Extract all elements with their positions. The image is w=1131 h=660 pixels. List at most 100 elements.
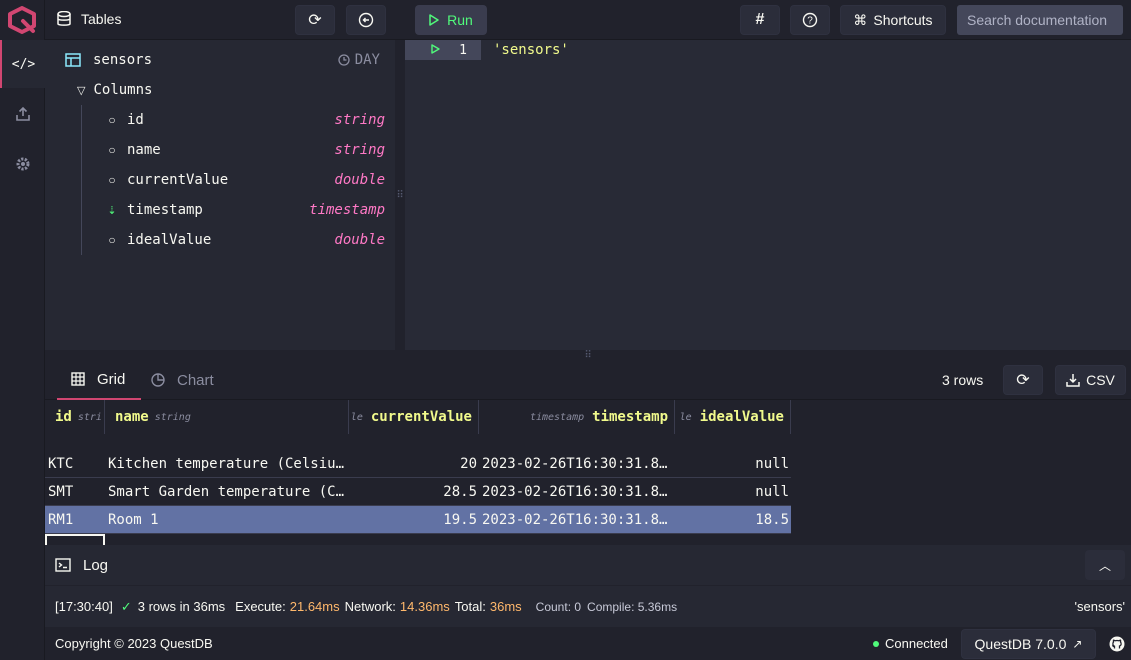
- footer: Copyright © 2023 QuestDB Connected Quest…: [45, 627, 1131, 660]
- total-label: Total:: [454, 599, 486, 614]
- total-value: 36ms: [489, 599, 522, 614]
- help-button[interactable]: ?: [790, 5, 830, 35]
- partition-label: DAY: [354, 52, 380, 68]
- sql-editor[interactable]: 1 'sensors': [405, 40, 1131, 350]
- vertical-splitter[interactable]: ⠿: [395, 40, 405, 350]
- column-name: currentValue: [127, 172, 229, 188]
- column-circle-icon: ○: [108, 113, 116, 127]
- column-row[interactable]: ⇣ timestamp timestamp: [105, 195, 395, 225]
- gear-icon: [16, 157, 29, 171]
- table-cell[interactable]: KTC: [48, 450, 105, 478]
- horizontal-splitter[interactable]: ⠿: [45, 350, 1131, 361]
- network-value: 14.36ms: [399, 599, 450, 614]
- table-cell[interactable]: 2023-02-26T16:30:31.8…: [482, 450, 675, 478]
- top-bar: Tables ⟳ Run # ? ⌘ Shortcuts Search docu…: [45, 0, 1131, 40]
- tab-chart[interactable]: Chart: [151, 360, 214, 400]
- results-panel: Grid Chart 3 rows ⟳ CSV id stri name string…: [45, 360, 1131, 562]
- column-row[interactable]: ○ name string: [105, 135, 395, 165]
- tables-title: Tables: [81, 11, 122, 27]
- refresh-icon: ⟳: [308, 12, 322, 29]
- tables-header: Tables: [57, 11, 121, 27]
- column-header-name: idealValue: [699, 409, 784, 425]
- tab-chart-label: Chart: [177, 371, 214, 389]
- shortcuts-button[interactable]: ⌘ Shortcuts: [840, 5, 946, 35]
- help-icon: ?: [802, 12, 818, 28]
- column-type: double: [334, 172, 385, 188]
- column-type: string: [334, 112, 385, 128]
- table-row[interactable]: KTC Kitchen temperature (Celsiu… 20 2023-02…: [45, 450, 791, 478]
- code-icon: </>: [11, 56, 36, 72]
- table-icon: [65, 53, 81, 67]
- table-cell[interactable]: null: [678, 450, 791, 478]
- column-header-type: stri: [77, 411, 102, 423]
- column-header[interactable]: id stri: [45, 400, 105, 434]
- query-text: 'sensors': [493, 42, 569, 58]
- search-documentation-input[interactable]: Search documentation: [957, 5, 1123, 35]
- column-header-type: string: [154, 411, 191, 423]
- column-type: string: [334, 142, 385, 158]
- csv-download-button[interactable]: CSV: [1055, 365, 1126, 395]
- tab-grid[interactable]: Grid: [57, 360, 141, 400]
- columns-folder[interactable]: ▽ Columns: [77, 75, 387, 105]
- svg-text:?: ?: [807, 16, 813, 27]
- upload-icon: [15, 106, 30, 121]
- table-cell[interactable]: 20: [352, 450, 479, 478]
- table-row[interactable]: RM1 Room 1 19.5 2023-02-26T16:30:31.8… 18.5: [45, 506, 791, 534]
- table-cell[interactable]: SMT: [48, 478, 105, 506]
- run-button[interactable]: Run: [415, 5, 487, 35]
- code-editor-nav-button[interactable]: </>: [0, 40, 45, 88]
- run-label: Run: [447, 12, 473, 28]
- column-row[interactable]: ○ id string: [105, 105, 395, 135]
- version-button[interactable]: QuestDB 7.0.0 ↗: [961, 629, 1096, 659]
- drag-handle-icon: ⠿: [396, 189, 404, 201]
- column-name: id: [127, 112, 144, 128]
- log-query[interactable]: 'sensors': [1075, 599, 1125, 614]
- table-cell[interactable]: 18.5: [678, 506, 791, 534]
- refresh-results-button[interactable]: ⟳: [1003, 365, 1043, 395]
- csv-label: CSV: [1086, 372, 1115, 388]
- import-nav-button[interactable]: [0, 90, 45, 138]
- column-header[interactable]: name string: [105, 400, 349, 434]
- table-row-sensors[interactable]: sensors DAY: [65, 45, 390, 75]
- table-cell[interactable]: 2023-02-26T16:30:31.8…: [482, 478, 675, 506]
- log-time: [17:30:40]: [55, 599, 113, 614]
- designated-timestamp-icon: ⇣: [107, 204, 117, 217]
- table-row[interactable]: SMT Smart Garden temperature (C… 28.5 2023-…: [45, 478, 791, 506]
- slack-icon: #: [755, 11, 765, 28]
- github-icon[interactable]: [1109, 636, 1125, 652]
- settings-nav-button[interactable]: [0, 140, 45, 188]
- table-cell[interactable]: Smart Garden temperature (C…: [108, 478, 349, 506]
- log-collapse-button[interactable]: ︿: [1085, 550, 1125, 580]
- run-line-icon[interactable]: [431, 44, 440, 54]
- column-row[interactable]: ○ currentValue double: [105, 165, 395, 195]
- table-cell[interactable]: Room 1: [108, 506, 349, 534]
- execute-label: Execute:: [235, 599, 286, 614]
- table-cell[interactable]: Kitchen temperature (Celsiu…: [108, 450, 349, 478]
- column-header[interactable]: le idealValue: [675, 400, 791, 434]
- refresh-icon: ⟳: [1016, 372, 1030, 389]
- column-header-type: le: [350, 411, 363, 423]
- version-label: QuestDB 7.0.0: [974, 636, 1067, 652]
- column-header[interactable]: timestamp timestamp: [479, 400, 675, 434]
- triangle-down-icon: ▽: [77, 84, 86, 97]
- table-cell[interactable]: null: [678, 478, 791, 506]
- questdb-logo-icon[interactable]: [6, 6, 38, 34]
- shortcuts-label: Shortcuts: [873, 12, 933, 28]
- table-cell[interactable]: 28.5: [352, 478, 479, 506]
- column-header-type: le: [679, 411, 692, 423]
- log-entry: [17:30:40] ✓ 3 rows in 36ms Execute: 21.…: [45, 585, 1131, 627]
- database-icon: [57, 11, 71, 26]
- collapse-tables-button[interactable]: [346, 5, 386, 35]
- execute-value: 21.64ms: [289, 599, 340, 614]
- external-link-icon: ↗: [1072, 637, 1083, 651]
- table-cell[interactable]: 2023-02-26T16:30:31.8…: [482, 506, 675, 534]
- column-row[interactable]: ○ idealValue double: [105, 225, 395, 255]
- compile-value: Compile: 5.36ms: [587, 599, 678, 614]
- refresh-tables-button[interactable]: ⟳: [295, 5, 335, 35]
- table-cell[interactable]: RM1: [48, 506, 105, 534]
- slack-button[interactable]: #: [740, 5, 780, 35]
- column-header[interactable]: le currentValue: [349, 400, 479, 434]
- table-cell[interactable]: 19.5: [352, 506, 479, 534]
- command-icon: ⌘: [853, 11, 868, 28]
- editor-line[interactable]: 1 'sensors': [405, 40, 1131, 60]
